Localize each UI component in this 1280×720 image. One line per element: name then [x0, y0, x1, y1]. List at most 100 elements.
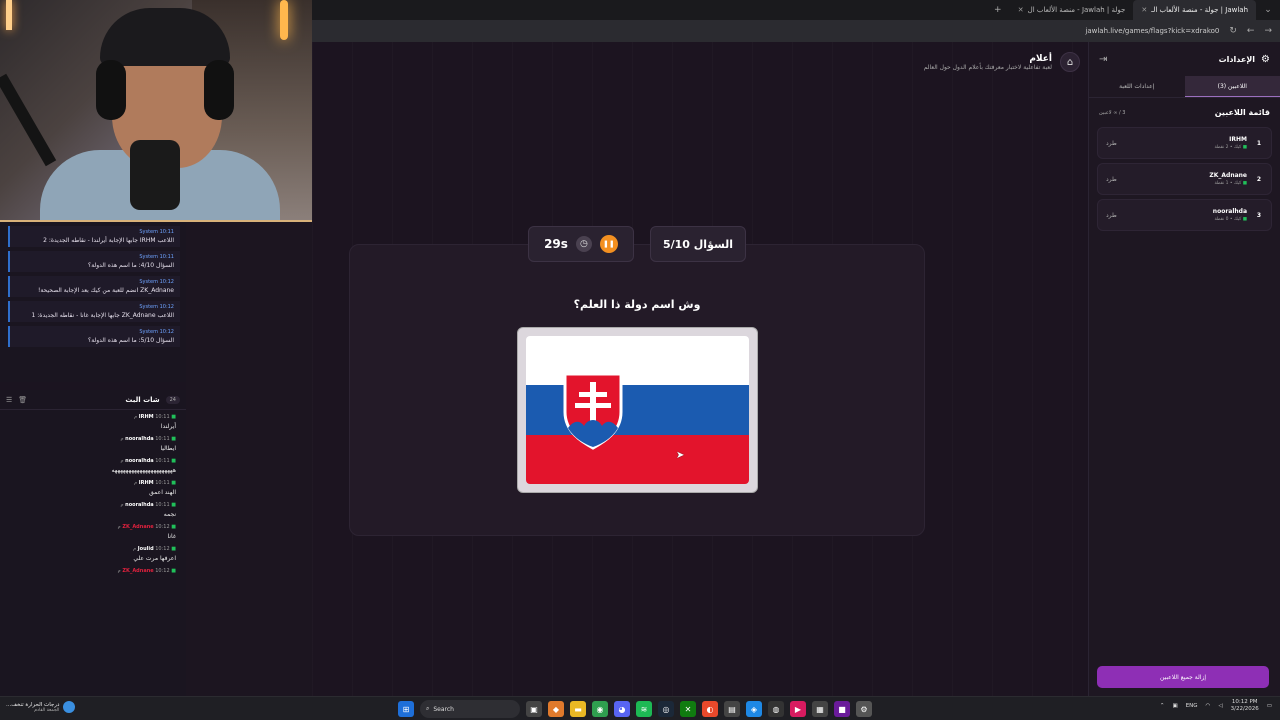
kick-player-button[interactable]: طرد — [1106, 212, 1117, 219]
chat-message: ■ ZK_Adnane 10:12 م — [0, 564, 186, 579]
new-tab-button[interactable]: + — [986, 5, 1010, 15]
chat-username[interactable]: nooralhda — [125, 436, 154, 442]
chat-message: ■ IRHM 10:11 م الهند اعمق — [0, 476, 186, 498]
player-rank: 1 — [1256, 139, 1262, 147]
chat-header: ☰ 🗑 شات البث 24 — [0, 390, 186, 410]
app-icon[interactable]: ◐ — [702, 701, 718, 717]
tray-icon[interactable]: ▣ — [1172, 703, 1177, 709]
close-icon[interactable]: ✕ — [1141, 6, 1147, 14]
chat-username[interactable]: IRHM — [139, 480, 154, 486]
forward-icon[interactable]: → — [1264, 26, 1272, 36]
chevron-up-icon[interactable]: ⌃ — [1160, 703, 1165, 709]
app-icon[interactable]: ■ — [834, 701, 850, 717]
system-message: System 10:12 اللاعب ZK_Adnane جابها الإج… — [8, 301, 180, 322]
home-button[interactable]: ⌂ — [1060, 52, 1080, 72]
tab-players[interactable]: اللاعبين (3) — [1184, 76, 1280, 97]
kick-badge-icon: ■ — [171, 524, 176, 530]
chat-username[interactable]: nooralhda — [125, 502, 154, 508]
kick-badge-icon: ■ — [171, 480, 176, 486]
chat-text: الهند اعمق — [149, 489, 176, 496]
chat-text: ايطاليا — [160, 445, 176, 452]
browser-tab-2[interactable]: Jawlah | جولة - منصة الألعاب الـ ✕ — [1133, 0, 1256, 20]
windows-taskbar: درجات الحرارة تنخف... الجمعة القادم ⊞ ⌕ … — [0, 696, 1280, 720]
app-icon[interactable]: ▶ — [790, 701, 806, 717]
kick-player-button[interactable]: طرد — [1106, 176, 1117, 183]
player-name: nooralhda — [1212, 208, 1247, 215]
url-text[interactable]: jawlah.live/games/flags?kick=xdrako0 — [1085, 27, 1219, 35]
sidebar-tabs: اللاعبين (3) إعدادات اللعبة — [1089, 76, 1280, 98]
chat-message: ■ IRHM 10:11 م أيرلندا — [0, 410, 186, 432]
steam-icon[interactable]: ◎ — [658, 701, 674, 717]
kick-badge-icon: ■ — [1242, 145, 1247, 150]
app-icon[interactable]: ▦ — [812, 701, 828, 717]
chat-username[interactable]: Joulid — [138, 546, 154, 552]
remove-all-players-button[interactable]: إزالة جميع اللاعبين — [1097, 666, 1269, 688]
address-bar[interactable]: jawlah.live/games/flags?kick=xdrako0 ↻ ←… — [312, 20, 1280, 42]
notification-icon[interactable]: ▭ — [1267, 703, 1272, 709]
player-name: ZK_Adnane — [1209, 172, 1247, 179]
system-message: System 10:11 السؤال 4/10: ما اسم هذه الد… — [8, 251, 180, 272]
pause-button[interactable]: ❚❚ — [599, 235, 618, 253]
system-log: System 10:11 اللاعب IRHM جابها الإجابة أ… — [0, 222, 186, 382]
player-row: 3 nooralhda ■ كيك • 0 نقطة طرد — [1097, 199, 1272, 231]
app-icon[interactable]: ◍ — [768, 701, 784, 717]
language-indicator[interactable]: ENG — [1186, 703, 1198, 709]
chat-username[interactable]: ZK_Adnane — [122, 568, 153, 574]
chat-username[interactable]: ZK_Adnane — [122, 524, 153, 530]
system-message: System 10:12 السؤال 5/10: ما اسم هذه الد… — [8, 326, 180, 347]
close-icon[interactable]: ✕ — [1018, 6, 1024, 14]
tab-game-settings[interactable]: إعدادات اللعبة — [1089, 76, 1185, 97]
chat-message: ■ nooralhda 10:11 م نجمه — [0, 498, 186, 520]
stream-chat: ☰ 🗑 شات البث 24 ■ IRHM 10:11 م أيرلندا ■ n… — [0, 390, 186, 696]
weather-widget[interactable]: درجات الحرارة تنخف... الجمعة القادم — [6, 701, 76, 713]
volume-icon[interactable]: ◁ — [1218, 703, 1222, 709]
kick-badge-icon: ■ — [1242, 181, 1247, 186]
discord-icon[interactable]: ◕ — [614, 701, 630, 717]
chat-username[interactable]: IRHM — [139, 414, 154, 420]
file-explorer-icon[interactable]: ▬ — [570, 701, 586, 717]
chat-text: ههههههههههههههههههههههه — [111, 467, 176, 474]
chat-text: نجمه — [163, 511, 176, 518]
kick-badge-icon: ■ — [171, 414, 176, 420]
chat-message: ■ nooralhda 10:11 م ايطاليا — [0, 432, 186, 454]
chat-username[interactable]: nooralhda — [125, 458, 154, 464]
tab-list-icon[interactable]: ⌄ — [1256, 5, 1280, 15]
settings-icon[interactable]: ⚙ — [856, 701, 872, 717]
flag-image — [526, 336, 749, 484]
app-icon[interactable]: ◆ — [548, 701, 564, 717]
refresh-icon[interactable]: ↻ — [1229, 26, 1237, 36]
wifi-icon[interactable]: ◠ — [1206, 703, 1211, 709]
webcam-overlay — [0, 0, 312, 222]
chat-text: غانا — [167, 533, 176, 540]
sidebar-title: الإعدادات — [1218, 54, 1256, 64]
task-view-icon[interactable]: ▣ — [526, 701, 542, 717]
kick-player-button[interactable]: طرد — [1106, 140, 1117, 147]
menu-icon[interactable]: ☰ — [6, 396, 12, 404]
trash-icon[interactable]: 🗑 — [18, 396, 27, 404]
weather-icon — [63, 701, 76, 713]
kick-badge-icon: ■ — [171, 502, 176, 508]
back-icon[interactable]: ← — [1247, 26, 1255, 36]
kick-badge-icon: ■ — [171, 546, 176, 552]
chat-message: ■ Joulid 10:12 م اعرفها مرت علي — [0, 542, 186, 564]
app-icon[interactable]: ◈ — [746, 701, 762, 717]
clock[interactable]: 10:12 PM 3/22/2026 — [1231, 699, 1259, 713]
players-list-header: قائمة اللاعبين 3 / ∞ لاعبين — [1089, 98, 1280, 123]
settings-sidebar: ⚙ الإعدادات ⇥ اللاعبين (3) إعدادات اللعب… — [1088, 42, 1280, 696]
start-icon[interactable]: ⊞ — [398, 701, 414, 717]
tab-label: جولة | Jawlah - منصة الألعاب ال — [1027, 6, 1126, 14]
chrome-icon[interactable]: ◉ — [592, 701, 608, 717]
taskbar-search[interactable]: ⌕ Search — [420, 700, 520, 718]
page-subtitle: لعبة تفاعلية لاختبار معرفتك بأعلام الدول… — [923, 63, 1052, 71]
timer-value: 29s — [544, 237, 568, 251]
system-message: System 10:11 اللاعب IRHM جابها الإجابة أ… — [8, 226, 180, 247]
mouse-cursor-icon: ➤ — [676, 450, 685, 461]
players-list-title: قائمة اللاعبين — [1214, 108, 1270, 117]
app-icon[interactable]: ▤ — [724, 701, 740, 717]
spotify-icon[interactable]: ≋ — [636, 701, 652, 717]
browser-tab-1[interactable]: جولة | Jawlah - منصة الألعاب ال ✕ — [1010, 0, 1134, 20]
collapse-sidebar-icon[interactable]: ⇥ — [1099, 54, 1107, 65]
xbox-icon[interactable]: ✕ — [680, 701, 696, 717]
left-gutter — [186, 222, 312, 696]
player-row: 1 IRHM ■ كيك • 2 نقطة طرد — [1097, 127, 1272, 159]
